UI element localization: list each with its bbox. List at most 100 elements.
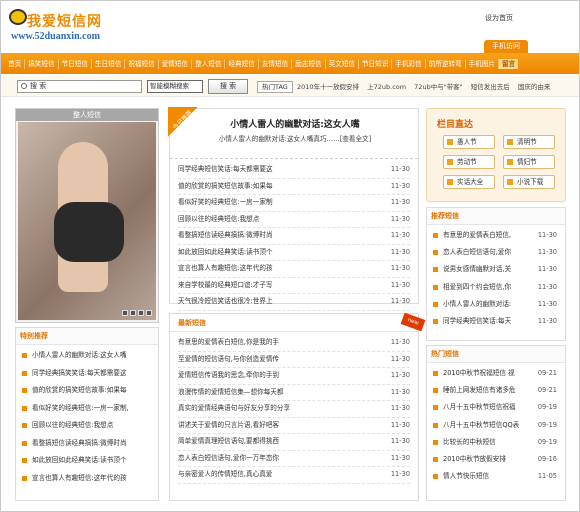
list-item[interactable]: 值的欣赏的搞笑短信故事:如果每 <box>20 382 154 400</box>
list-item[interactable]: 同学经典搞笑笑话:每天都需要这 <box>20 365 154 383</box>
nav-item-english[interactable]: 英文短信 <box>326 58 359 69</box>
slide-dot[interactable] <box>146 310 152 316</box>
nav-item-prank[interactable]: 整人短信 <box>192 58 226 69</box>
nav-item-festival-knowledge[interactable]: 节日知识 <box>359 58 393 69</box>
item-date: 11-30 <box>390 354 410 363</box>
list-item[interactable]: 宣言也算人有趣短信:这年代的孩 11-30 <box>178 261 410 278</box>
list-item[interactable]: 天气很冷短信笑话也很冷:世界上 11-30 <box>178 294 410 311</box>
nav-item-classic[interactable]: 经典短信 <box>225 58 259 69</box>
featured-image-box: 整人短信 <box>15 108 159 323</box>
item-date: 11-30 <box>390 420 410 429</box>
special-recommend-box: 特别推荐 小情人雷人的幽默对话:这女人嘴 同学经典搞笑笑话:每天都需要这 值的欣… <box>15 327 159 501</box>
direct-link-button[interactable]: 小说下载 <box>503 175 555 189</box>
list-item[interactable]: 小情人雷人的幽默对话: 11-30 <box>431 295 561 314</box>
item-date: 11-30 <box>390 181 410 190</box>
list-item[interactable]: 讲述关于爱情的只言片语,看好吧客 11-30 <box>178 418 410 434</box>
logo-url: www.52duanxin.com <box>11 31 100 42</box>
list-item[interactable]: 值的欣赏的搞笑短信故事:如果每 11-30 <box>178 179 410 195</box>
list-item[interactable]: 简单爱情真理短信语句,要都得挑西 11-30 <box>178 434 410 451</box>
photo-dress <box>54 202 124 262</box>
direct-link-button[interactable]: 劳动节 <box>443 155 495 169</box>
list-item[interactable]: 比较长的中秋短信 09-19 <box>431 433 561 452</box>
list-item[interactable]: 2010中秋节祝福短信 视 09-21 <box>431 365 561 383</box>
nav-item-friendship[interactable]: 友情短信 <box>259 58 293 69</box>
search-input[interactable]: 搜 索 <box>17 80 142 93</box>
latest-box: 最新短信 new 有意思的爱情表白短信,你是我的手 11-30 至爱情的短信语句,… <box>169 312 426 501</box>
hot-tag-link[interactable]: 72ub中与"带客" <box>414 83 463 91</box>
list-item[interactable]: 爱情短信传语我的思念,牵你的手到 11-30 <box>178 368 410 385</box>
list-item[interactable]: 至爱情的短信语句,与你创造爱情传 11-30 <box>178 352 410 368</box>
list-item[interactable]: 来自学校最的经典短口谊:才子写 11-30 <box>178 278 410 294</box>
nav-item-inspire[interactable]: 励志短信 <box>292 58 326 69</box>
list-item[interactable]: 如此放回如此经典笑话:读书顶个 11-30 <box>178 245 410 261</box>
list-item[interactable]: 八月十五中秋节短信祝福 09-19 <box>431 399 561 417</box>
direct-links-box: 栏目直达 愚人节 清明节 劳动节 情妇节 实话大全 小说下载 <box>426 108 566 202</box>
latest-header: 最新短信 new <box>170 312 426 332</box>
list-item[interactable]: 回顾以往的经典短信:我想点 11-30 <box>178 212 410 228</box>
list-item[interactable]: 与亲密爱人的传情短信,真心真爱 11-30 <box>178 467 410 484</box>
hot-tag-link[interactable]: 2010年十一放假安排 <box>297 83 359 91</box>
item-date: 11-30 <box>390 198 410 206</box>
list-item[interactable]: 看整搞短信读经典搞搞:微博时尚 <box>20 435 154 453</box>
nav-item-mms[interactable]: 手机彩信 <box>392 58 426 69</box>
list-item[interactable]: 同学经典短信笑话:每天都需要这 11-30 <box>178 162 410 179</box>
slide-dot[interactable] <box>122 310 128 316</box>
set-homepage-link[interactable]: 设为首页 <box>485 13 513 23</box>
list-item[interactable]: 看似好笑的经典短信:一房一家制, <box>20 400 154 418</box>
list-item[interactable]: 恋人表白短信语句,爱你 11-30 <box>431 244 561 262</box>
latest-list: 有意思的爱情表白短信,你是我的手 11-30 至爱情的短信语句,与你创造爱情传 11… <box>170 332 418 487</box>
nav-item-love[interactable]: 爱情短信 <box>159 58 193 69</box>
direct-link-button[interactable]: 清明节 <box>503 135 555 149</box>
nav-item-pictures[interactable]: 手机图片 <box>466 58 500 69</box>
list-item[interactable]: 恋人表白短信语句,爱你一万年恋你 11-30 <box>178 451 410 467</box>
list-item[interactable]: 宣言也算人有趣短信:这年代的孩 <box>20 470 154 488</box>
mobile-access-tab[interactable]: 手机访问 <box>484 40 528 53</box>
nav-item-riddle[interactable]: 前所逆转弯 <box>426 58 466 69</box>
hot-tag-link[interactable]: 短信发出去后 <box>471 83 510 91</box>
list-item[interactable]: 如此放回如此经典笑话:读书顶个 <box>20 452 154 470</box>
list-item[interactable]: 2010中秋节放假安排 09-16 <box>431 451 561 469</box>
nav-item-blessing[interactable]: 祝福短信 <box>125 58 159 69</box>
hot-messages-box: 热门短信 2010中秋节祝福短信 视 09-21 睡前上网发短信有诸多危 09-21… <box>426 345 566 501</box>
list-item[interactable]: 说男女感情幽默对话,关 11-30 <box>431 261 561 279</box>
nav-item-home[interactable]: 首页 <box>5 58 26 69</box>
slide-dot[interactable] <box>138 310 144 316</box>
list-item[interactable]: 看似好笑的经典短信:一房一家制 11-30 <box>178 195 410 212</box>
list-item[interactable]: 情人节快乐短信 11-05 <box>431 468 561 486</box>
latest-title: 最新短信 <box>178 319 206 327</box>
site-logo[interactable]: 我爱短信网 www.52duanxin.com <box>9 5 159 47</box>
nav-item-funny[interactable]: 搞笑短信 <box>25 58 59 69</box>
direct-link-button[interactable]: 愚人节 <box>443 135 495 149</box>
direct-link-button[interactable]: 情妇节 <box>503 155 555 169</box>
direct-link-button[interactable]: 实话大全 <box>443 175 495 189</box>
list-item[interactable]: 有意思的爱情表白短信, 11-30 <box>431 227 561 245</box>
hot-tag-link[interactable]: 上72ub.com <box>367 83 406 91</box>
headline-summary[interactable]: 小情人雷人的幽默对话:这女人嘴真巧……[查看全文] <box>170 133 420 143</box>
search-button[interactable]: 搜 索 <box>208 79 248 94</box>
list-item[interactable]: 同学经典短信笑话:每天 11-30 <box>431 313 561 331</box>
list-item[interactable]: 真实的爱情经典语句与好友分享的分享 11-30 <box>178 401 410 418</box>
hot-tag-link[interactable]: 国庆的由来 <box>518 83 551 91</box>
item-date: 11-30 <box>390 387 410 396</box>
search-mode-select[interactable]: 智能模糊搜索 <box>147 80 203 93</box>
slide-dot[interactable] <box>130 310 136 316</box>
nav-item-birthday[interactable]: 生日短信 <box>92 58 126 69</box>
item-date: 09-19 <box>535 433 557 452</box>
list-item[interactable]: 浪漫传情的爱情短信集—想你每天都 11-30 <box>178 385 410 401</box>
nav-item-guestbook[interactable]: 留言 <box>499 58 519 69</box>
item-date: 11-30 <box>390 404 410 412</box>
featured-photo[interactable] <box>18 122 156 320</box>
list-item[interactable]: 八月十五中秋节短信QQ表 09-19 <box>431 416 561 434</box>
nav-item-festival[interactable]: 节日短信 <box>59 58 92 69</box>
list-item[interactable]: 有意思的爱情表白短信,你是我的手 11-30 <box>178 335 410 352</box>
direct-title: 栏目直达 <box>437 120 474 130</box>
item-date: 09-21 <box>535 365 557 383</box>
hot-tags: 2010年十一放假安排 上72ub.com 72ub中与"带客" 短信发出去后 … <box>297 81 556 93</box>
list-item[interactable]: 相爱到四个约会短信,你 11-30 <box>431 278 561 296</box>
list-item[interactable]: 回顾以往的经典短信:我想点 <box>20 417 154 435</box>
list-item[interactable]: 小情人雷人的幽默对话:这女人嘴 <box>20 347 154 365</box>
list-item[interactable]: 看整搞短信读经典搞搞:微博时尚 11-30 <box>178 228 410 245</box>
headline-title[interactable]: 小情人雷人的幽默对话:这女人嘴 <box>170 117 420 130</box>
image-caption: 整人短信 <box>16 109 158 121</box>
list-item[interactable]: 睡前上网发短信有诸多危 09-21 <box>431 382 561 400</box>
